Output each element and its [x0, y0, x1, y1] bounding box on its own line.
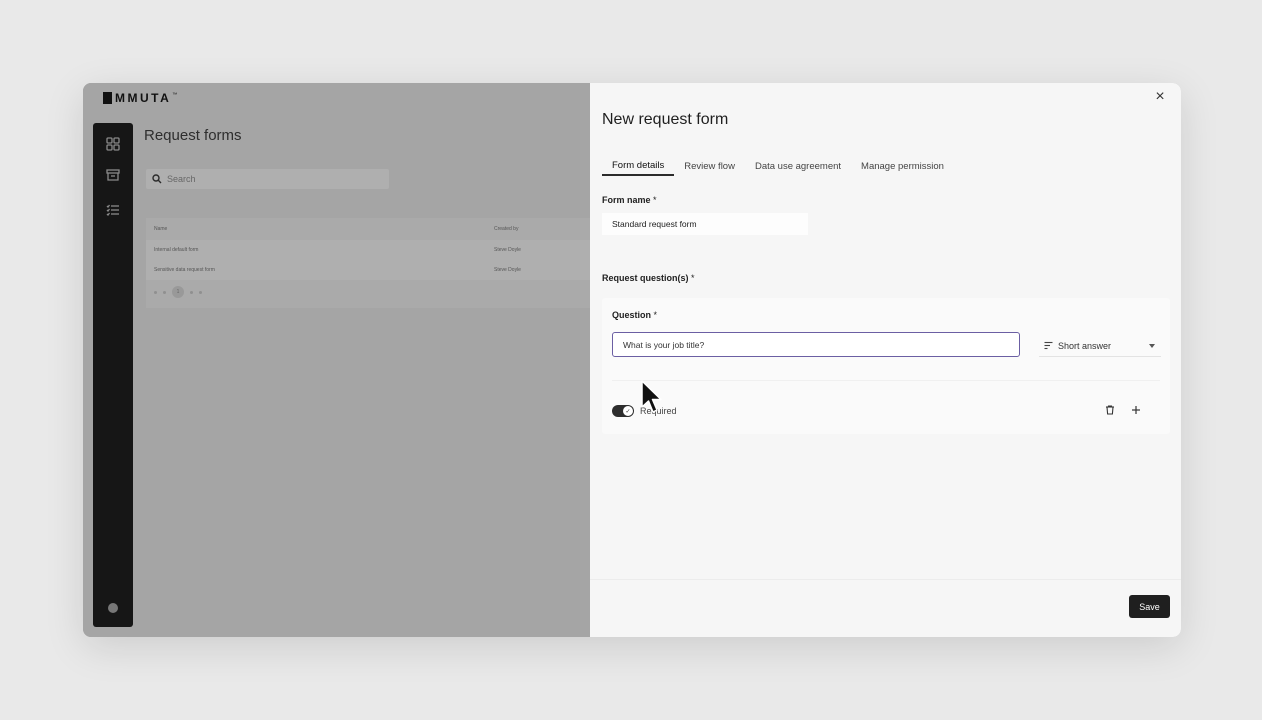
table-row[interactable]: Internal default form Steve Doyle — [146, 240, 590, 260]
sidebar — [93, 123, 133, 627]
pagination-current-page[interactable]: 1 — [172, 286, 184, 298]
question-label-text: Question — [612, 310, 652, 320]
table-cell: Steve Doyle — [494, 247, 521, 253]
footer-divider — [590, 579, 1181, 580]
archive-icon[interactable] — [106, 168, 120, 182]
page-title: Request forms — [144, 127, 242, 144]
caret-down-icon — [1149, 343, 1155, 348]
search-icon — [152, 174, 162, 184]
plus-icon — [1132, 406, 1140, 414]
tab-data-use-agreement[interactable]: Data use agreement — [745, 147, 851, 176]
user-avatar-icon[interactable] — [108, 603, 118, 613]
pagination: 1 — [154, 286, 202, 298]
pagination-first[interactable] — [163, 290, 166, 294]
logo-trademark: ™ — [172, 92, 178, 98]
required-toggle-label: Required — [640, 406, 677, 416]
short-text-icon — [1044, 341, 1053, 350]
table-row[interactable]: Sensitive data request form Steve Doyle — [146, 260, 590, 280]
form-name-label: Form name * — [602, 195, 657, 205]
dashboard-icon[interactable] — [106, 137, 120, 151]
pagination-last[interactable] — [190, 290, 193, 294]
pagination-prev[interactable] — [154, 290, 157, 294]
table-cell: Internal default form — [154, 247, 199, 253]
immuta-logo: MMUTA ™ — [103, 91, 177, 105]
delete-question-button[interactable] — [1102, 402, 1118, 418]
logo-text: MMUTA — [115, 91, 172, 105]
request-questions-label: Request question(s) * — [602, 273, 695, 283]
app-window: MMUTA ™ Request forms Search Name Create… — [83, 83, 1181, 637]
question-input[interactable] — [612, 332, 1020, 357]
trash-icon — [1106, 405, 1114, 415]
required-marker: * — [691, 273, 695, 283]
check-icon: ✓ — [623, 406, 633, 416]
request-questions-label-text: Request question(s) — [602, 273, 689, 283]
required-toggle[interactable]: ✓ — [612, 405, 634, 417]
required-marker: * — [653, 310, 658, 320]
save-button[interactable]: Save — [1129, 595, 1170, 618]
search-input[interactable]: Search — [146, 169, 389, 189]
required-marker: * — [653, 195, 657, 205]
divider — [612, 380, 1160, 381]
background-app: MMUTA ™ Request forms Search Name Create… — [83, 83, 590, 637]
question-card: Question * Short answer ✓ Required — [602, 298, 1170, 434]
request-forms-table: Name Created by Internal default form St… — [146, 218, 590, 308]
column-header-name: Name — [154, 226, 168, 232]
answer-type-select[interactable]: Short answer — [1039, 335, 1161, 357]
question-label: Question * — [612, 310, 657, 320]
tab-manage-permission[interactable]: Manage permission — [851, 147, 954, 176]
table-cell: Sensitive data request form — [154, 267, 215, 273]
close-button[interactable]: × — [1153, 89, 1167, 105]
table-cell: Steve Doyle — [494, 267, 521, 273]
new-request-form-panel: × New request form Form details Review f… — [590, 83, 1181, 637]
search-placeholder: Search — [167, 174, 196, 184]
tab-bar: Form details Review flow Data use agreem… — [602, 147, 954, 176]
answer-type-label: Short answer — [1058, 340, 1112, 351]
column-header-created-by: Created by — [494, 226, 519, 232]
add-question-button[interactable] — [1128, 402, 1144, 418]
form-name-input[interactable] — [602, 213, 808, 235]
tab-review-flow[interactable]: Review flow — [674, 147, 745, 176]
tab-form-details[interactable]: Form details — [602, 147, 675, 176]
pagination-next[interactable] — [199, 290, 202, 294]
checklist-icon[interactable] — [106, 203, 120, 217]
logo-mark-icon — [103, 92, 112, 104]
panel-title: New request form — [602, 111, 729, 128]
form-name-label-text: Form name — [602, 195, 651, 205]
